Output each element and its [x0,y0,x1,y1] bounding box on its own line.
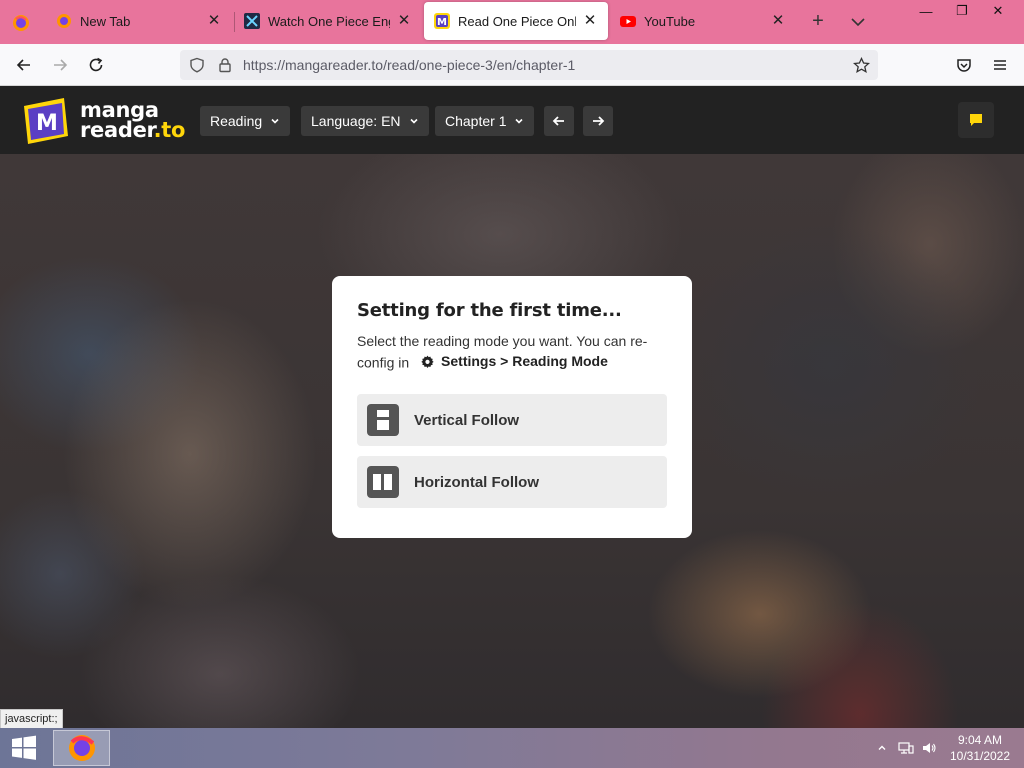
firefox-view-icon[interactable] [8,10,34,36]
address-bar[interactable]: https://mangareader.to/read/one-piece-3/… [180,50,878,80]
logo-line-manga: manga [80,98,159,122]
minimize-window-button[interactable]: — [908,0,944,22]
tracking-shield-icon[interactable] [189,57,205,73]
tab-title: New Tab [80,13,131,29]
horizontal-mode-icon [367,466,399,498]
firefox-icon [56,13,72,29]
forward-arrow-icon[interactable] [47,52,73,78]
close-tab-icon[interactable]: ✕ [206,13,222,29]
modal-description: Select the reading mode you want. You ca… [357,331,667,373]
logo-line-reader: reader [80,118,154,142]
horizontal-follow-label: Horizontal Follow [414,473,539,491]
mangareader-favicon: M [434,13,450,29]
tab-watch-one-piece[interactable]: Watch One Piece English ✕ [234,2,422,40]
site-favicon [244,13,260,29]
svg-text:M: M [36,111,58,136]
tab-title: Read One Piece Online F [458,13,576,29]
windows-start-icon[interactable] [6,732,42,764]
new-tab-plus-icon[interactable]: + [806,10,830,34]
site-header: M manga reader.to Reading Language: EN C… [0,86,1024,154]
site-logo-text[interactable]: manga reader.to [80,98,186,142]
tab-title: Watch One Piece English [268,13,390,29]
clock-time: 9:04 AM [957,733,1003,747]
mangareader-logo-icon[interactable]: M [20,96,72,146]
vertical-follow-button[interactable]: Vertical Follow [357,394,667,446]
tab-title: YouTube [644,13,696,29]
chevron-down-icon [409,116,419,126]
reading-mode-dropdown[interactable]: Reading [200,106,291,136]
lock-icon[interactable] [217,57,233,73]
hamburger-menu-icon[interactable] [987,52,1013,78]
back-arrow-icon[interactable] [11,52,37,78]
svg-text:M: M [437,17,447,28]
previous-chapter-arrow-icon[interactable] [544,106,574,136]
gear-icon [421,355,434,368]
tab-youtube[interactable]: YouTube ✕ [610,2,796,40]
pocket-icon[interactable] [951,52,977,78]
horizontal-follow-button[interactable]: Horizontal Follow [357,456,667,508]
tab-read-one-piece[interactable]: M Read One Piece Online F ✕ [424,2,608,40]
youtube-icon [620,13,636,29]
next-chapter-arrow-icon[interactable] [583,106,613,136]
close-tab-icon[interactable]: ✕ [770,13,786,29]
chevron-down-icon [270,116,280,126]
language-dropdown[interactable]: Language: EN [301,106,429,136]
windows-taskbar: 9:04 AM 10/31/2022 [0,728,1024,768]
restore-window-button[interactable]: ❐ [944,0,980,22]
reading-dropdown-label: Reading [210,113,263,129]
modal-title: Setting for the first time... [357,300,622,321]
bookmark-star-icon[interactable] [852,56,871,73]
comment-icon[interactable] [958,102,994,138]
taskbar-clock[interactable]: 9:04 AM 10/31/2022 [940,732,1020,764]
tab-new-tab[interactable]: New Tab ✕ [46,2,232,40]
chevron-down-icon [514,116,524,126]
url-text[interactable]: https://mangareader.to/read/one-piece-3/… [243,57,575,73]
vertical-mode-icon [367,404,399,436]
navigation-toolbar: https://mangareader.to/read/one-piece-3/… [0,44,1024,86]
language-dropdown-label: Language: EN [311,113,401,129]
link-status-tooltip: javascript:; [0,709,63,729]
settings-path-label: Settings > Reading Mode [441,353,608,369]
logo-tld: .to [153,118,186,142]
chapter-dropdown-label: Chapter 1 [445,113,507,129]
settings-path: Settings > Reading Mode [421,351,608,371]
chapter-dropdown[interactable]: Chapter 1 [435,106,535,136]
show-hidden-icons-chevron-icon[interactable] [874,740,890,756]
close-tab-icon[interactable]: ✕ [582,13,598,29]
network-icon[interactable] [898,740,914,756]
taskbar-firefox-icon[interactable] [53,730,110,766]
reading-mode-setup-modal: Setting for the first time... Select the… [332,276,692,538]
clock-date: 10/31/2022 [949,749,1011,763]
volume-icon[interactable] [921,740,937,756]
reload-icon[interactable] [83,52,109,78]
close-tab-icon[interactable]: ✕ [396,13,412,29]
vertical-follow-label: Vertical Follow [414,411,520,429]
close-window-button[interactable]: ✕ [980,0,1016,22]
tab-strip: New Tab ✕ Watch One Piece English ✕ M Re… [0,0,1024,44]
list-all-tabs-chevron-icon[interactable] [846,10,870,34]
